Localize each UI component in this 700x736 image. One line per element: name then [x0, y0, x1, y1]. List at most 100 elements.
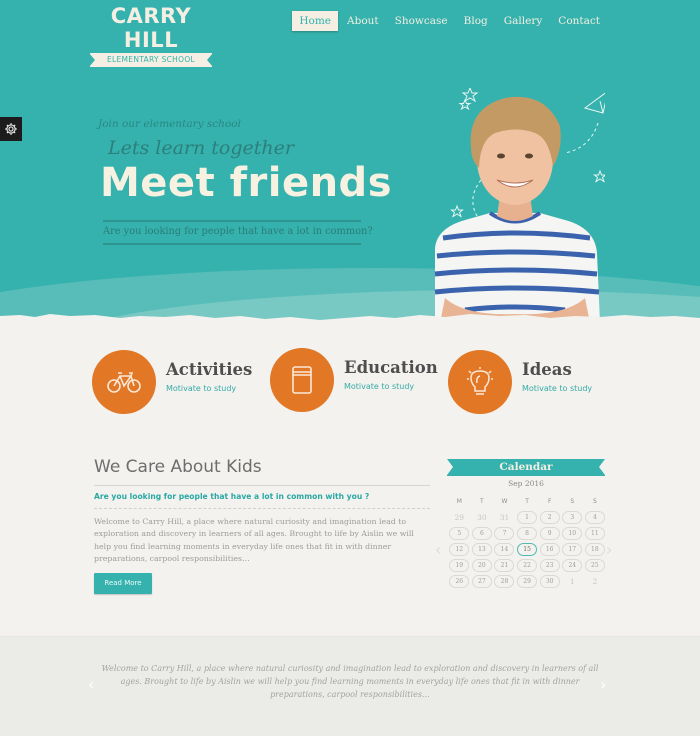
calendar-day[interactable]: 16 — [538, 542, 561, 557]
read-more-button[interactable]: Read More — [94, 573, 152, 594]
feature-icon-circle — [448, 350, 512, 414]
calendar-day-today[interactable]: 15 — [516, 542, 539, 557]
feature-icon-circle — [92, 350, 156, 414]
calendar-day-number: 18 — [584, 543, 605, 556]
testimonial-text: Welcome to Carry Hill, a place where nat… — [101, 664, 599, 699]
calendar-day-number: 22 — [517, 559, 538, 572]
calendar-day[interactable]: 7 — [493, 526, 516, 541]
calendar-day[interactable]: 13 — [471, 542, 494, 557]
nav-about[interactable]: About — [340, 11, 386, 31]
calendar-day[interactable]: 12 — [448, 542, 471, 557]
hero-headline: Meet friends — [100, 160, 392, 206]
about-dashed-divider — [94, 508, 430, 510]
testimonial-prev-button[interactable]: ‹ — [88, 675, 94, 694]
star-doodle-icon — [450, 204, 464, 218]
calendar-day: 2 — [584, 574, 607, 589]
calendar-day-number: 29 — [454, 513, 465, 522]
features-section: Activities Motivate to study Education M… — [92, 348, 612, 420]
weekday-label: S — [570, 498, 575, 505]
calendar-day[interactable]: 30 — [538, 574, 561, 589]
calendar-day-number: 17 — [562, 543, 583, 556]
calendar-day[interactable]: 22 — [516, 558, 539, 573]
calendar-month: Sep 2016 — [508, 479, 544, 488]
calendar-day-number: 2 — [592, 577, 598, 586]
calendar-day[interactable]: 28 — [493, 574, 516, 589]
calendar-day-number: 12 — [449, 543, 470, 556]
calendar-weeks: 29 30 31 1 2 3 4 5 6 7 8 9 10 11 12 13 14 15 16 17 18 19 20 21 2… — [448, 510, 608, 590]
hero-divider — [103, 243, 361, 245]
paper-plane-icon — [583, 92, 605, 114]
calendar-day-number: 28 — [494, 575, 515, 588]
feature-education[interactable]: Education Motivate to study — [270, 348, 438, 412]
testimonial-next-button[interactable]: › — [600, 675, 606, 694]
gear-icon — [5, 123, 17, 135]
calendar-day-number: 25 — [584, 559, 605, 572]
calendar-day-number: 1 — [569, 577, 575, 586]
hero-divider — [103, 220, 361, 222]
calendar-day[interactable]: 5 — [448, 526, 471, 541]
weekday-label: S — [592, 498, 597, 505]
weekday-label: F — [547, 498, 552, 505]
calendar-week-row: 26 27 28 29 30 1 2 — [448, 574, 608, 590]
about-body: Welcome to Carry Hill, a place where nat… — [94, 517, 414, 563]
calendar-day-number: 31 — [499, 513, 510, 522]
calendar-day[interactable]: 2 — [538, 510, 561, 525]
feature-subtitle[interactable]: Motivate to study — [344, 382, 438, 391]
weekday-label: T — [480, 498, 484, 505]
calendar-day[interactable]: 26 — [448, 574, 471, 589]
calendar-day[interactable]: 20 — [471, 558, 494, 573]
calendar-grid: M T W T F S S 29 30 31 1 2 3 4 5 6 7 8 9 10 11 12 13 14 1… — [448, 494, 608, 590]
calendar-day-number: 7 — [494, 527, 515, 540]
about-subtitle: Are you looking for people that have a l… — [94, 492, 370, 501]
nav-contact[interactable]: Contact — [551, 11, 607, 31]
feature-activities[interactable]: Activities Motivate to study — [92, 350, 252, 414]
hero-question: Are you looking for people that have a l… — [103, 226, 373, 237]
calendar-day[interactable]: 18 — [584, 542, 607, 557]
calendar-day-number: 16 — [539, 543, 560, 556]
site-logo[interactable]: CARRY HILL ELEMENTARY SCHOOL — [88, 4, 214, 67]
calendar-day[interactable]: 25 — [584, 558, 607, 573]
feature-ideas[interactable]: Ideas Motivate to study — [448, 350, 592, 414]
calendar-day-number: 29 — [517, 575, 538, 588]
settings-toggle-button[interactable] — [0, 117, 22, 141]
calendar-prev-button[interactable]: ‹ — [435, 540, 441, 559]
testimonial-band: ‹ Welcome to Carry Hill, a place where n… — [0, 636, 700, 736]
calendar-day-number: 21 — [494, 559, 515, 572]
calendar-day-number: 4 — [584, 511, 605, 524]
nav-home[interactable]: Home — [292, 11, 339, 31]
nav-blog[interactable]: Blog — [457, 11, 495, 31]
book-icon — [292, 366, 312, 394]
calendar-day-number: 14 — [494, 543, 515, 556]
calendar-week-row: 12 13 14 15 16 17 18 — [448, 542, 608, 558]
calendar-day[interactable]: 10 — [561, 526, 584, 541]
feature-title: Ideas — [522, 360, 572, 379]
calendar-day[interactable]: 27 — [471, 574, 494, 589]
calendar-title: Calendar — [447, 459, 605, 476]
nav-gallery[interactable]: Gallery — [497, 11, 550, 31]
calendar-day-number: 30 — [539, 575, 560, 588]
calendar-day[interactable]: 23 — [538, 558, 561, 573]
nav-showcase[interactable]: Showcase — [388, 11, 455, 31]
feature-subtitle[interactable]: Motivate to study — [166, 384, 252, 393]
feature-title: Activities — [166, 360, 253, 379]
calendar-day[interactable]: 11 — [584, 526, 607, 541]
logo-title: CARRY HILL — [110, 4, 192, 52]
calendar-day[interactable]: 3 — [561, 510, 584, 525]
calendar-day[interactable]: 24 — [561, 558, 584, 573]
calendar-day[interactable]: 21 — [493, 558, 516, 573]
calendar-day-number: 19 — [449, 559, 470, 572]
calendar-day[interactable]: 19 — [448, 558, 471, 573]
calendar-day[interactable]: 6 — [471, 526, 494, 541]
calendar-day[interactable]: 1 — [516, 510, 539, 525]
calendar-day[interactable]: 14 — [493, 542, 516, 557]
calendar-day[interactable]: 4 — [584, 510, 607, 525]
calendar-day[interactable]: 29 — [516, 574, 539, 589]
feature-subtitle[interactable]: Motivate to study — [522, 384, 592, 393]
calendar-day-number: 24 — [562, 559, 583, 572]
weekday-label: W — [501, 498, 508, 505]
calendar-day[interactable]: 17 — [561, 542, 584, 557]
calendar-day[interactable]: 8 — [516, 526, 539, 541]
calendar-day[interactable]: 9 — [538, 526, 561, 541]
calendar-day-number: 15 — [517, 543, 538, 556]
star-doodle-icon — [593, 169, 605, 183]
